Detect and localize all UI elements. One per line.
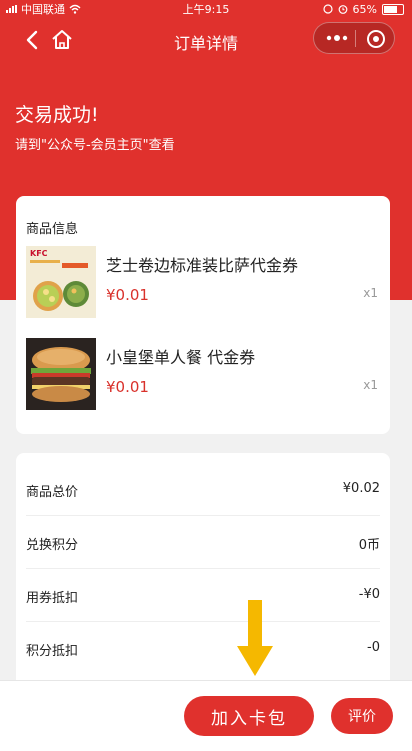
- review-button[interactable]: 评价: [331, 698, 393, 734]
- battery-percent: 65%: [352, 2, 377, 16]
- add-to-card-wallet-button[interactable]: 加入卡包: [184, 696, 314, 736]
- goods-item[interactable]: 小皇堡单人餐 代金券 ¥0.01 x1: [26, 338, 380, 412]
- burger-image-icon: [26, 338, 96, 410]
- summary-row-points-deduction: 积分抵扣 -0: [26, 622, 380, 674]
- summary-value: ¥0.02: [342, 481, 380, 496]
- pizza-image-icon: KFC: [26, 246, 96, 318]
- summary-value: 0币: [358, 538, 380, 553]
- price-summary-card: 商品总价 ¥0.02 兑换积分 0币 用券抵扣 -¥0 积分抵扣 -0: [16, 453, 390, 713]
- burger-coupon-thumbnail: [26, 338, 96, 410]
- capsule-divider: [355, 30, 356, 47]
- mini-program-capsule: [313, 22, 395, 54]
- order-status-title: 交易成功!: [15, 104, 99, 126]
- goods-quantity: x1: [363, 378, 378, 392]
- summary-label: 商品总价: [26, 485, 79, 500]
- summary-row-points: 兑换积分 0币: [26, 516, 380, 569]
- goods-card: 商品信息 KFC 芝士卷边标准装比萨代金券 ¥0.01 x1 小皇堡单人餐 代金…: [16, 196, 390, 434]
- battery-icon: [382, 3, 404, 15]
- summary-value: -0: [367, 640, 380, 655]
- more-dots-icon[interactable]: [324, 31, 350, 45]
- lock-rotation-icon: [322, 4, 333, 14]
- summary-label: 兑换积分: [26, 538, 79, 553]
- summary-value: -¥0: [358, 587, 380, 602]
- target-close-icon[interactable]: [366, 29, 386, 49]
- summary-label: 用券抵扣: [26, 591, 79, 606]
- summary-row-coupon: 用券抵扣 -¥0: [26, 569, 380, 622]
- summary-row-total: 商品总价 ¥0.02: [26, 463, 380, 516]
- goods-price: ¥0.01: [106, 286, 149, 304]
- navigation-bar: 订单详情: [0, 18, 412, 62]
- goods-price: ¥0.01: [106, 378, 149, 396]
- alarm-icon: [338, 5, 347, 14]
- goods-section-label: 商品信息: [26, 222, 79, 237]
- summary-label: 积分抵扣: [26, 644, 79, 659]
- goods-item[interactable]: KFC 芝士卷边标准装比萨代金券 ¥0.01 x1: [26, 246, 380, 320]
- status-bar: 中国联通 上午9:15 65%: [0, 0, 412, 18]
- goods-name: 小皇堡单人餐 代金券: [106, 348, 256, 367]
- arrow-down-icon: [237, 600, 273, 676]
- kfc-logo: KFC: [30, 249, 48, 258]
- order-status-subtitle: 请到"公众号-会员主页"查看: [15, 138, 175, 153]
- goods-name: 芝士卷边标准装比萨代金券: [106, 256, 299, 275]
- goods-quantity: x1: [363, 286, 378, 300]
- pizza-coupon-thumbnail: KFC: [26, 246, 96, 318]
- bottom-action-bar: 加入卡包 评价: [0, 680, 412, 751]
